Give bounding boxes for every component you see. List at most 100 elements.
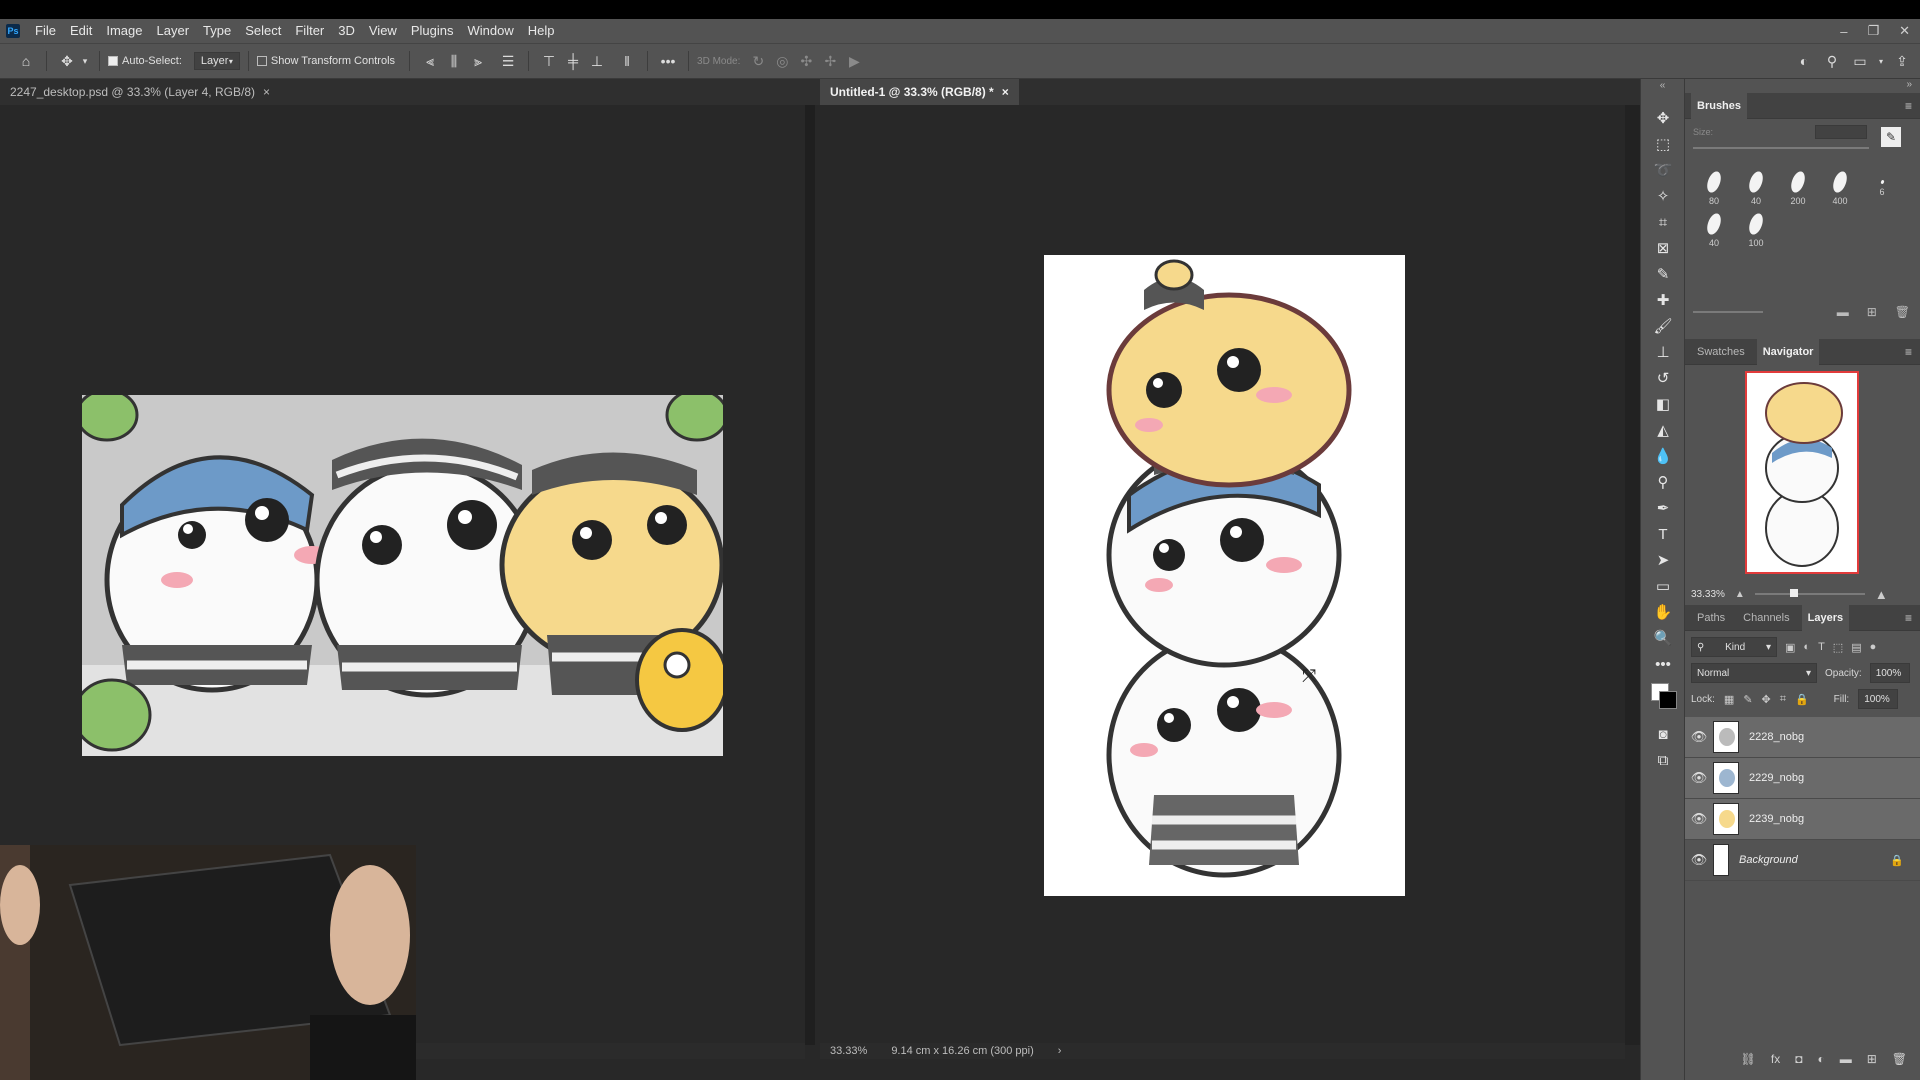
restore-icon[interactable]: ❐: [1867, 23, 1879, 39]
panel-menu-icon[interactable]: ≡: [1905, 345, 1912, 359]
layer-name[interactable]: 2229_nobg: [1749, 772, 1804, 784]
pane-divider[interactable]: [805, 105, 815, 1045]
video-camera-icon[interactable]: ▶: [842, 49, 866, 73]
brush-preset[interactable]: 400: [1819, 167, 1861, 209]
color-swatches[interactable]: [1641, 677, 1684, 721]
delete-layer-icon[interactable]: 🗑: [1892, 1052, 1907, 1066]
opacity-field[interactable]: 100%: [1869, 663, 1910, 683]
crop-tool-icon[interactable]: ⌗: [1641, 209, 1685, 235]
path-selection-icon[interactable]: ➤: [1641, 547, 1685, 573]
align-center-icon[interactable]: ⫼: [442, 49, 466, 73]
status-zoom[interactable]: 33.33%: [830, 1045, 867, 1057]
close-tab-icon[interactable]: ×: [263, 85, 270, 99]
zoom-in-icon[interactable]: ▲: [1875, 587, 1888, 602]
workspace-icon[interactable]: ▭: [1848, 49, 1872, 73]
delete-icon[interactable]: 🗑: [1895, 305, 1910, 319]
tab-paths[interactable]: Paths: [1691, 605, 1731, 631]
align-middle-icon[interactable]: ╪: [561, 49, 585, 73]
layer-row[interactable]: 👁 2229_nobg: [1685, 758, 1920, 799]
add-mask-icon[interactable]: ◘: [1795, 1052, 1802, 1066]
layer-name[interactable]: 2228_nobg: [1749, 731, 1804, 743]
menu-plugins[interactable]: Plugins: [404, 19, 461, 43]
visibility-eye-icon[interactable]: 👁: [1685, 770, 1713, 786]
hand-tool-icon[interactable]: ✋: [1641, 599, 1685, 625]
brush-tool-icon[interactable]: 🖌: [1641, 313, 1685, 339]
menu-help[interactable]: Help: [521, 19, 562, 43]
visibility-eye-icon[interactable]: 👁: [1685, 729, 1713, 745]
home-icon[interactable]: ⌂: [14, 49, 38, 73]
zoom-out-icon[interactable]: ▲: [1735, 589, 1745, 600]
move-tool-icon[interactable]: ✥: [1641, 105, 1685, 131]
tab-2247-desktop[interactable]: 2247_desktop.psd @ 33.3% (Layer 4, RGB/8…: [0, 79, 280, 105]
align-bottom-icon[interactable]: ⊥: [585, 49, 609, 73]
menu-layer[interactable]: Layer: [150, 19, 197, 43]
collapse-icon[interactable]: «: [1641, 79, 1684, 105]
orbit-3d-icon[interactable]: ↻: [746, 49, 770, 73]
layer-name[interactable]: 2239_nobg: [1749, 813, 1804, 825]
menu-type[interactable]: Type: [196, 19, 238, 43]
drag-3d-icon[interactable]: ✣: [794, 49, 818, 73]
layer-row[interactable]: 👁 Background 🔒: [1685, 840, 1920, 881]
document-canvas[interactable]: [1044, 255, 1405, 896]
adjustment-filter-icon[interactable]: ◐: [1803, 641, 1810, 653]
new-brush-icon[interactable]: ⊞: [1867, 305, 1877, 319]
align-right-icon[interactable]: ⫸: [466, 49, 490, 73]
more-tools-icon[interactable]: •••: [1641, 651, 1685, 677]
desktop-artwork[interactable]: [82, 395, 723, 756]
distribute-icon[interactable]: ☰: [496, 49, 520, 73]
lock-artboard-icon[interactable]: ⌗: [1780, 693, 1786, 706]
chevron-down-icon[interactable]: ▾: [79, 49, 91, 73]
brush-size-slider[interactable]: [1693, 147, 1869, 149]
panel-menu-icon[interactable]: ≡: [1905, 99, 1912, 113]
lock-transparent-icon[interactable]: ▦: [1724, 693, 1734, 706]
background-color[interactable]: [1659, 691, 1677, 709]
show-transform-checkbox[interactable]: Show Transform Controls: [256, 55, 395, 67]
marquee-tool-icon[interactable]: ⬚: [1641, 131, 1685, 157]
frame-tool-icon[interactable]: ⊠: [1641, 235, 1685, 261]
new-layer-icon[interactable]: ⊞: [1867, 1052, 1877, 1066]
close-icon[interactable]: ✕: [1899, 23, 1910, 39]
menu-image[interactable]: Image: [99, 19, 149, 43]
healing-brush-icon[interactable]: ✚: [1641, 287, 1685, 313]
link-layers-icon[interactable]: ⛓: [1741, 1052, 1756, 1066]
status-arrow-icon[interactable]: ›: [1058, 1045, 1062, 1057]
layer-name[interactable]: Background: [1739, 854, 1798, 866]
auto-select-target-dropdown[interactable]: Layer ▾: [193, 52, 240, 70]
type-tool-icon[interactable]: T: [1641, 521, 1685, 547]
tab-brushes[interactable]: Brushes: [1691, 92, 1748, 119]
right-scrollbar[interactable]: [1625, 105, 1641, 1045]
history-brush-icon[interactable]: ↺: [1641, 365, 1685, 391]
search-icon[interactable]: ⚲: [1820, 49, 1844, 73]
dodge-tool-icon[interactable]: ⚲: [1641, 469, 1685, 495]
menu-3d[interactable]: 3D: [331, 19, 362, 43]
eraser-icon[interactable]: ◧: [1641, 391, 1685, 417]
learn-icon[interactable]: ◐: [1792, 49, 1816, 73]
close-tab-icon[interactable]: ×: [1002, 85, 1009, 99]
move-tool-icon[interactable]: ✥: [55, 49, 79, 73]
eyedropper-icon[interactable]: ✎: [1641, 261, 1685, 287]
share-icon[interactable]: ⇪: [1890, 49, 1914, 73]
brush-preset[interactable]: 40: [1693, 209, 1735, 251]
magic-wand-icon[interactable]: ✧: [1641, 183, 1685, 209]
lock-position-icon[interactable]: ✥: [1762, 693, 1771, 706]
lock-all-icon[interactable]: 🔒: [1795, 693, 1809, 706]
fx-icon[interactable]: fx: [1771, 1052, 1780, 1066]
smart-object-filter-icon[interactable]: ▤: [1851, 641, 1861, 654]
shape-filter-icon[interactable]: ⬚: [1833, 641, 1843, 654]
brush-size-field[interactable]: [1815, 125, 1867, 139]
panel-menu-icon[interactable]: ≡: [1905, 611, 1912, 625]
pixel-filter-icon[interactable]: ▣: [1785, 641, 1795, 654]
navigator-preview[interactable]: [1745, 371, 1859, 574]
quick-mask-icon[interactable]: ◙: [1641, 721, 1685, 747]
roll-3d-icon[interactable]: ◎: [770, 49, 794, 73]
menu-select[interactable]: Select: [238, 19, 288, 43]
tab-untitled-1[interactable]: Untitled-1 @ 33.3% (RGB/8) * ×: [820, 79, 1019, 105]
menu-edit[interactable]: Edit: [63, 19, 99, 43]
clone-stamp-icon[interactable]: ⊥: [1641, 339, 1685, 365]
align-top-icon[interactable]: ⊤: [537, 49, 561, 73]
filter-toggle-icon[interactable]: ●: [1870, 641, 1877, 653]
layer-row[interactable]: 👁 2228_nobg: [1685, 717, 1920, 758]
more-options-icon[interactable]: •••: [656, 49, 680, 73]
zoom-tool-icon[interactable]: 🔍: [1641, 625, 1685, 651]
paint-bucket-icon[interactable]: ◭: [1641, 417, 1685, 443]
